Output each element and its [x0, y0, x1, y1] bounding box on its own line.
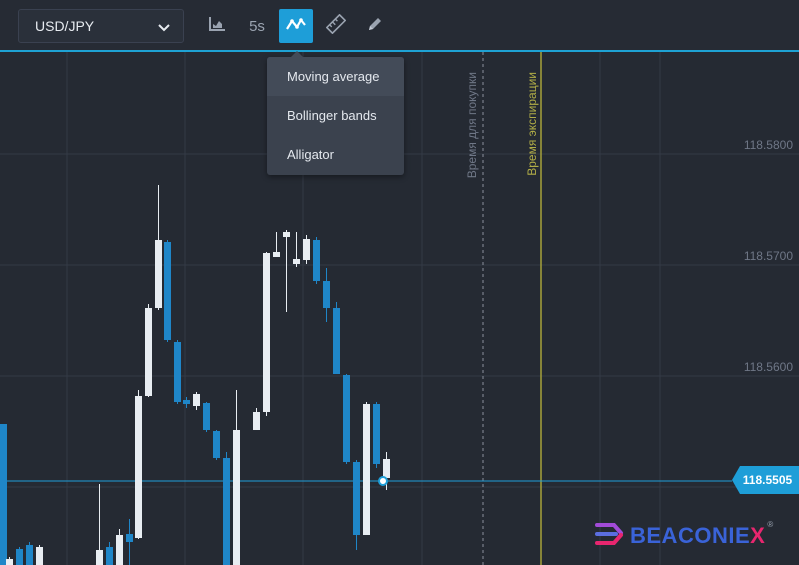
candle-body: [323, 281, 330, 308]
bullish-candle: [36, 545, 43, 565]
bullish-candle: [263, 252, 270, 416]
bearish-candle: [174, 340, 181, 404]
registered-mark: ®: [767, 520, 774, 529]
current-price-value: 118.5505: [742, 473, 793, 487]
candle-body: [96, 550, 103, 565]
symbol-label: USD/JPY: [35, 18, 95, 34]
area-chart-icon: [208, 16, 226, 36]
indicator-wave-icon: [285, 16, 307, 36]
bearish-candle: [26, 542, 33, 565]
bearish-candle: [333, 302, 340, 374]
candle-body: [135, 396, 142, 538]
bearish-candle: [183, 397, 190, 408]
bearish-candle: [213, 430, 220, 460]
candle-body: [313, 240, 320, 281]
bullish-candle: [273, 232, 280, 257]
symbol-select[interactable]: USD/JPY: [18, 9, 184, 43]
candle-body: [223, 458, 230, 565]
bullish-candle: [193, 392, 200, 410]
candle-body: [213, 431, 220, 458]
bearish-candle: [106, 542, 113, 565]
bearish-candle: [323, 268, 330, 322]
bullish-candle: [135, 390, 142, 539]
price-level-label: 118.5700: [743, 249, 793, 263]
price-level-label: 118.5800: [743, 138, 793, 152]
menu-item-alligator[interactable]: Alligator: [267, 135, 404, 174]
timeframe-label: 5s: [249, 17, 265, 35]
chart-type-button[interactable]: [200, 9, 234, 43]
candle-body: [116, 535, 123, 565]
price-level-label: 118.5600: [743, 360, 793, 374]
brand-logo: BEACONIEX ®: [594, 518, 773, 554]
candle-body: [233, 430, 240, 565]
bearish-candle: [313, 237, 320, 284]
pencil-icon: [366, 15, 384, 37]
bearish-candle: [203, 402, 210, 432]
bullish-candle: [145, 304, 152, 397]
candle-body: [363, 404, 370, 535]
purchase-time-label: Время для покупки: [465, 72, 479, 179]
ruler-tool-button[interactable]: [319, 9, 353, 43]
bullish-candle: [253, 408, 260, 430]
expiration-time-label: Время экспирации: [525, 72, 539, 176]
bullish-candle: [6, 557, 13, 565]
candle-body: [333, 308, 340, 374]
candle-body: [383, 459, 390, 478]
candle-body: [16, 549, 23, 565]
chart-toolbar: USD/JPY 5s: [0, 0, 799, 52]
candle-body: [174, 342, 181, 402]
bearish-candle: [164, 240, 171, 342]
indicators-button[interactable]: [279, 9, 313, 43]
bullish-candle: [293, 232, 300, 267]
bullish-candle: [283, 230, 290, 312]
bearish-candle: [223, 452, 230, 565]
candle-body: [203, 403, 210, 430]
bearish-candle: [343, 374, 350, 464]
candle-body: [126, 534, 133, 542]
candle-body: [343, 375, 350, 462]
bearish-candle: [373, 402, 380, 468]
candle-body: [193, 394, 200, 406]
bullish-candle: [233, 390, 240, 565]
candle-body: [283, 232, 290, 237]
chevron-down-icon: [157, 20, 171, 36]
ruler-icon: [325, 13, 347, 38]
menu-item-moving-average[interactable]: Moving average: [267, 57, 404, 96]
candle-body: [36, 547, 43, 565]
bullish-candle: [96, 484, 103, 565]
candle-body: [293, 259, 300, 264]
draw-tool-button[interactable]: [358, 9, 392, 43]
candle-body: [106, 547, 113, 565]
candle-body: [373, 404, 380, 464]
candle-body: [273, 252, 280, 257]
current-price-tag: 118.5505: [732, 466, 799, 494]
bullish-candle: [155, 185, 162, 310]
menu-item-bollinger-bands[interactable]: Bollinger bands: [267, 96, 404, 135]
indicators-dropdown: Moving average Bollinger bands Alligator: [267, 51, 404, 175]
candle-body: [164, 242, 171, 340]
beaconiex-logo-icon: [594, 519, 624, 554]
candle-body: [6, 559, 13, 565]
bearish-candle: [16, 547, 23, 565]
candle-body: [303, 239, 310, 260]
candle-body: [353, 462, 360, 535]
bearish-candle: [353, 460, 360, 550]
candle-body: [145, 308, 152, 396]
bearish-candle: [0, 424, 7, 565]
timeframe-button[interactable]: 5s: [240, 9, 274, 43]
candle-body: [253, 412, 260, 430]
candle-body: [263, 253, 270, 412]
candle-body: [0, 424, 7, 565]
bullish-candle: [363, 402, 370, 535]
candle-body: [155, 240, 162, 308]
candle-body: [183, 400, 190, 404]
bullish-candle: [303, 235, 310, 264]
bearish-candle: [126, 519, 133, 565]
brand-name: BEACONIEX: [630, 523, 766, 548]
bullish-candle: [116, 529, 123, 565]
current-price-marker: [378, 476, 388, 486]
candle-body: [26, 545, 33, 565]
